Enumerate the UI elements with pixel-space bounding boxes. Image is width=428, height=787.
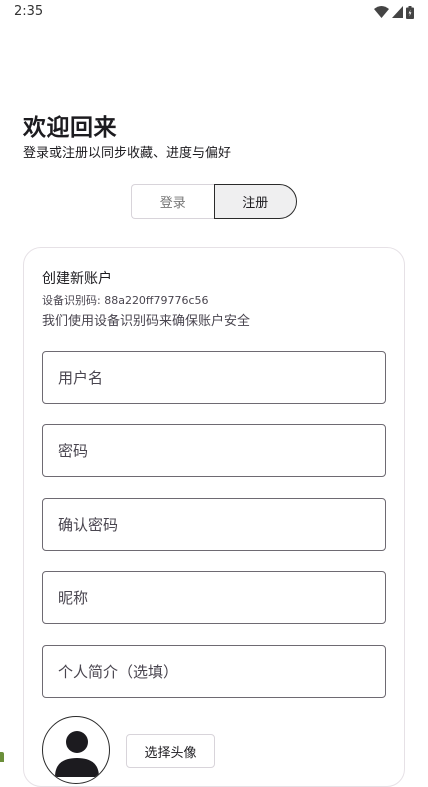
wifi-icon (374, 6, 389, 18)
tab-login[interactable]: 登录 (131, 184, 214, 219)
device-id-note: 我们使用设备识别码来确保账户安全 (42, 314, 251, 329)
person-icon (43, 717, 109, 783)
device-id-text: 设备识别码: 88a220ff79776c56 (42, 294, 209, 307)
password-input[interactable]: 密码 (42, 424, 386, 477)
bio-placeholder: 个人简介（选填） (58, 663, 179, 681)
bio-input[interactable]: 个人简介（选填） (42, 645, 386, 698)
auth-mode-toggle: 登录 注册 (131, 184, 297, 219)
avatar[interactable] (42, 716, 110, 784)
password-placeholder: 密码 (58, 442, 89, 460)
battery-icon (406, 5, 414, 19)
confirm-password-input[interactable]: 确认密码 (42, 498, 386, 551)
page-title: 欢迎回来 (23, 115, 117, 141)
card-title: 创建新账户 (42, 271, 112, 287)
page-subtitle: 登录或注册以同步收藏、进度与偏好 (23, 146, 232, 161)
tab-register[interactable]: 注册 (213, 184, 297, 219)
status-time: 2:35 (14, 3, 44, 19)
confirm-password-placeholder: 确认密码 (58, 516, 119, 534)
username-placeholder: 用户名 (58, 369, 104, 387)
nickname-placeholder: 昵称 (58, 589, 89, 607)
nickname-input[interactable]: 昵称 (42, 571, 386, 624)
register-card: 创建新账户 设备识别码: 88a220ff79776c56 我们使用设备识别码来… (23, 247, 405, 787)
edge-indicator (0, 752, 4, 762)
status-icons (374, 5, 414, 19)
cellular-signal-icon (392, 6, 403, 18)
username-input[interactable]: 用户名 (42, 351, 386, 404)
status-bar: 2:35 (0, 0, 428, 24)
choose-avatar-button[interactable]: 选择头像 (126, 734, 215, 768)
